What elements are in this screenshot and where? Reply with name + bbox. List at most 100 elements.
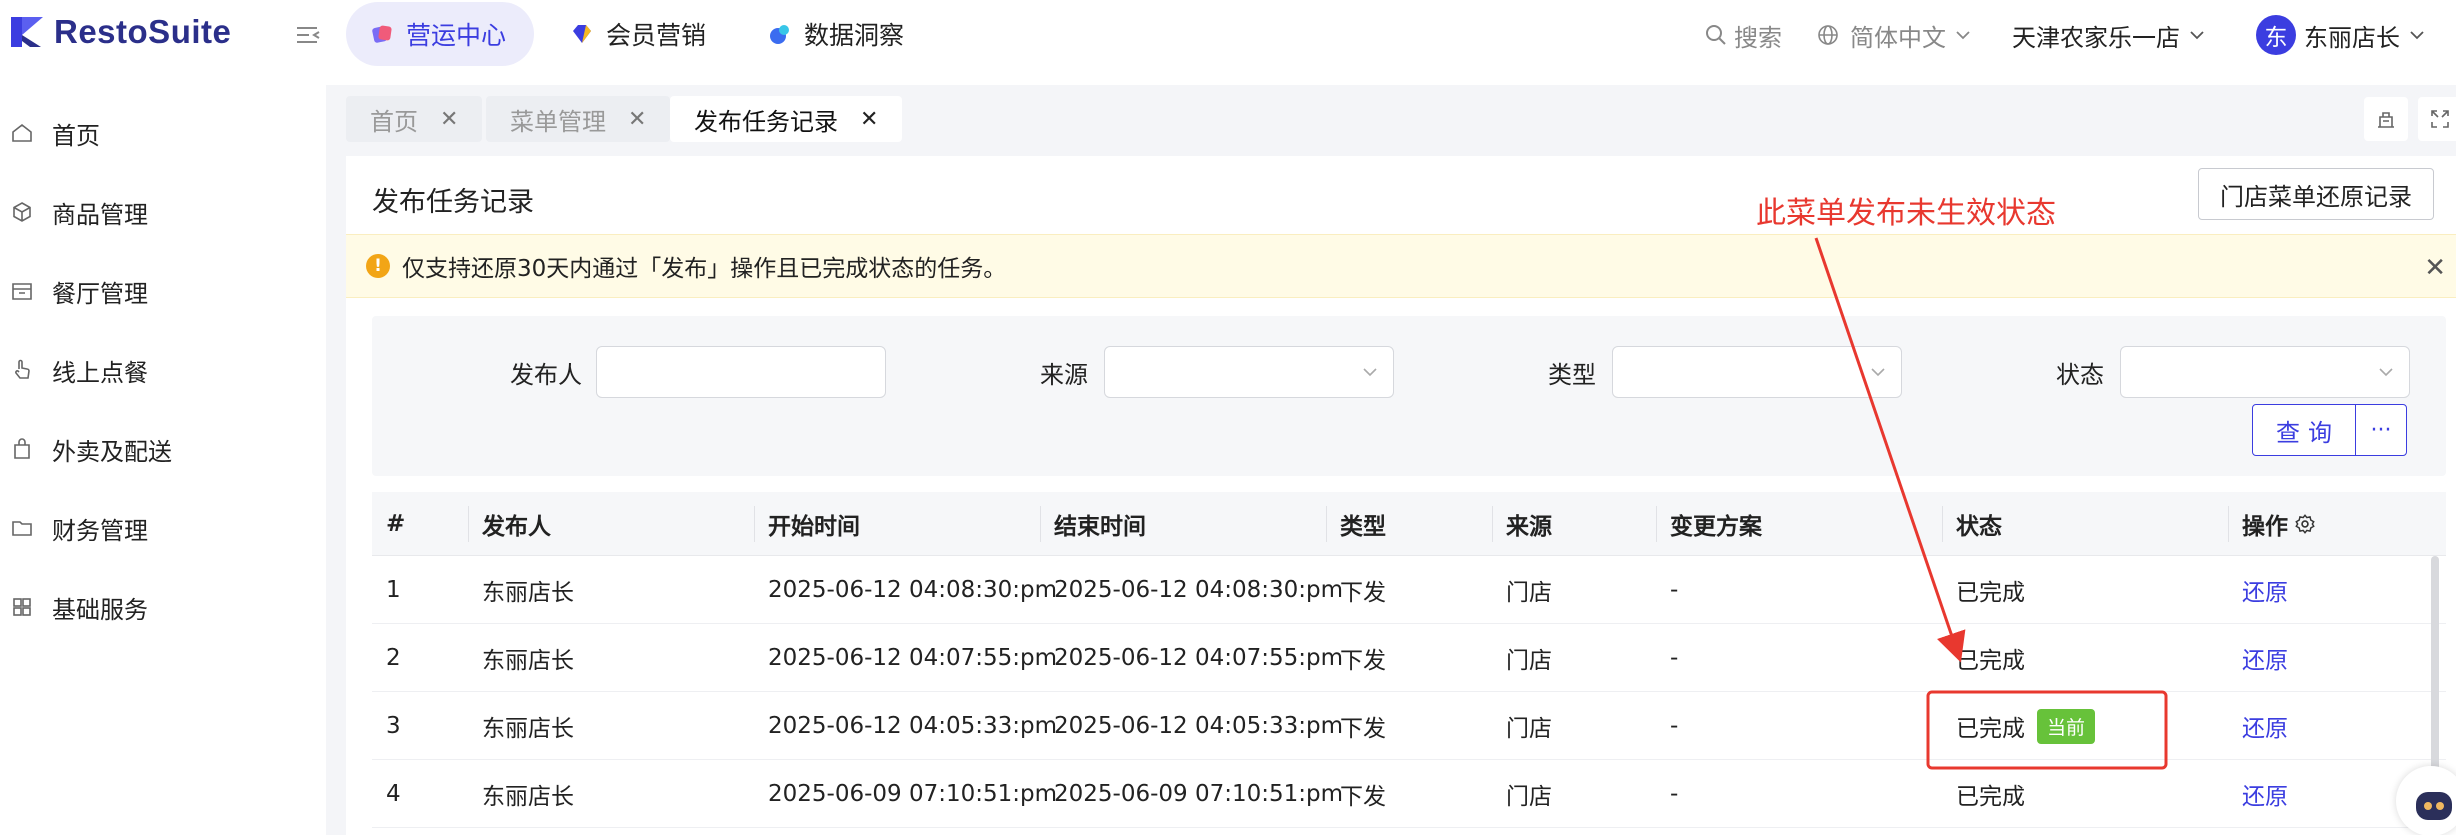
page-tab-label: 首页: [370, 107, 418, 136]
store-icon: [12, 283, 32, 300]
filter-panel: 发布人 来源 类型 状态 查询 ···: [372, 316, 2446, 476]
cell-publisher: 东丽店长: [482, 716, 574, 742]
gear-icon[interactable]: [2294, 513, 2316, 535]
table-row: 3 东丽店长 2025-06-12 04:05:33:pm 2025-06-12…: [372, 692, 2446, 760]
cell-end-time: 2025-06-12 04:05:33:pm: [1054, 713, 1344, 739]
query-button[interactable]: 查询: [2252, 404, 2356, 456]
cell-no: 2: [386, 645, 401, 671]
cell-plan: -: [1670, 645, 1679, 671]
cell-end-time: 2025-06-12 04:07:55:pm: [1054, 645, 1344, 671]
module-tab-operations[interactable]: 营运中心: [346, 2, 535, 66]
current-badge: 当前: [2037, 708, 2096, 744]
publisher-input[interactable]: [596, 346, 886, 398]
home-shortcut-button[interactable]: [2364, 97, 2408, 141]
store-label: 天津农家乐一店: [2012, 23, 2180, 52]
sidebar-item-products[interactable]: 商品管理: [0, 176, 326, 248]
restore-link[interactable]: 还原: [2242, 624, 2288, 692]
search-button[interactable]: 搜索: [1704, 0, 1782, 70]
sidebar-item-basic-services[interactable]: 基础服务: [0, 571, 326, 643]
page-tab-publish-records[interactable]: 发布任务记录 ✕: [670, 96, 903, 142]
close-icon[interactable]: ✕: [628, 107, 646, 132]
language-selector[interactable]: 简体中文: [1816, 0, 1972, 70]
cell-status: 已完成: [1956, 716, 2025, 742]
close-icon[interactable]: ✕: [440, 107, 458, 132]
column-header-label: 操作: [2242, 514, 2288, 540]
column-divider: [1656, 506, 1657, 542]
sidebar-item-delivery[interactable]: 外卖及配送: [0, 413, 326, 485]
table-row: 2 东丽店长 2025-06-12 04:07:55:pm 2025-06-12…: [372, 624, 2446, 692]
sidebar: 首页 商品管理 餐厅管理 线上点餐 外卖及配送 财务管理 基础服务: [0, 85, 326, 835]
bag-icon: [14, 438, 30, 459]
restore-link[interactable]: 还原: [2242, 760, 2288, 828]
cell-start-time: 2025-06-12 04:08:30:pm: [768, 577, 1058, 603]
avatar: 东: [2256, 15, 2296, 55]
store-menu-restore-records-button[interactable]: 门店菜单还原记录: [2198, 168, 2434, 220]
sidebar-item-home[interactable]: 首页: [0, 97, 326, 169]
chevron-down-icon: [2190, 31, 2204, 40]
chevron-down-icon: [1363, 368, 1377, 377]
sidebar-item-label: 商品管理: [52, 200, 148, 229]
table-row: 4 东丽店长 2025-06-09 07:10:51:pm 2025-06-09…: [372, 760, 2446, 828]
module-tab-data-insights[interactable]: 数据洞察: [744, 2, 932, 66]
data-insights-icon: [770, 25, 789, 44]
module-tab-member-marketing[interactable]: 会员营销: [546, 2, 734, 66]
cell-type: 下发: [1340, 580, 1386, 606]
module-tab-label: 会员营销: [606, 21, 707, 50]
cell-start-time: 2025-06-12 04:05:33:pm: [768, 713, 1058, 739]
page-title: 发布任务记录: [372, 187, 534, 218]
status-label: 状态: [2056, 360, 2104, 389]
more-options-button[interactable]: ···: [2355, 404, 2407, 456]
notice-text: 仅支持还原30天内通过「发布」操作且已完成状态的任务。: [402, 256, 1007, 282]
column-header-actions: 操作: [2242, 492, 2316, 556]
assistant-bot-button[interactable]: [2396, 766, 2456, 835]
sidebar-item-finance[interactable]: 财务管理: [0, 492, 326, 564]
page-tab-label: 发布任务记录: [694, 107, 838, 136]
sidebar-item-restaurant[interactable]: 餐厅管理: [0, 255, 326, 327]
operations-icon: [372, 25, 392, 43]
collapse-menu-icon[interactable]: [293, 20, 323, 50]
building-icon: [2378, 112, 2394, 128]
type-select[interactable]: [1612, 346, 1902, 398]
cell-status: 已完成: [1956, 648, 2025, 674]
folder-icon: [12, 521, 32, 536]
cell-status: 已完成: [1956, 784, 2025, 810]
page-tab-menu-management[interactable]: 菜单管理 ✕: [486, 96, 671, 142]
user-menu[interactable]: 东 东丽店长: [2256, 0, 2426, 70]
cell-plan: -: [1670, 713, 1679, 739]
user-name: 东丽店长: [2304, 23, 2400, 52]
logo[interactable]: RestoSuite: [8, 12, 231, 52]
cell-source: 门店: [1506, 648, 1552, 674]
store-selector[interactable]: 天津农家乐一店: [2012, 0, 2206, 70]
cell-source: 门店: [1506, 580, 1552, 606]
module-tab-label: 数据洞察: [804, 21, 905, 50]
fullscreen-icon: [2431, 110, 2449, 128]
fullscreen-button[interactable]: [2418, 97, 2456, 141]
search-label: 搜索: [1734, 23, 1782, 52]
close-icon[interactable]: ✕: [2424, 253, 2446, 283]
sidebar-item-label: 首页: [52, 121, 100, 150]
source-label: 来源: [1040, 360, 1088, 389]
type-label: 类型: [1548, 360, 1596, 389]
restore-link[interactable]: 还原: [2242, 556, 2288, 624]
page-tab-home[interactable]: 首页 ✕: [346, 96, 483, 142]
annotation-text: 此菜单发布未生效状态: [1756, 196, 2056, 231]
column-header: 发布人: [482, 514, 551, 540]
source-select[interactable]: [1104, 346, 1394, 398]
app-name: RestoSuite: [54, 13, 232, 50]
cell-plan: -: [1670, 577, 1679, 603]
search-icon: [1706, 25, 1726, 45]
main-card: 发布任务记录 门店菜单还原记录 ! 仅支持还原30天内通过「发布」操作且已完成状…: [346, 156, 2456, 835]
restore-link[interactable]: 还原: [2242, 692, 2288, 760]
hand-pointer-icon: [15, 359, 30, 379]
cell-no: 4: [386, 781, 401, 807]
column-divider: [1942, 506, 1943, 542]
sidebar-item-online-ordering[interactable]: 线上点餐: [0, 334, 326, 406]
chevron-down-icon: [2379, 368, 2393, 377]
column-divider: [1040, 506, 1041, 542]
close-icon[interactable]: ✕: [860, 107, 878, 132]
cell-type: 下发: [1340, 648, 1386, 674]
cell-start-time: 2025-06-12 04:07:55:pm: [768, 645, 1058, 671]
status-select[interactable]: [2120, 346, 2410, 398]
cell-type: 下发: [1340, 784, 1386, 810]
cell-status-with-badge: 已完成 当前: [1956, 692, 2096, 760]
